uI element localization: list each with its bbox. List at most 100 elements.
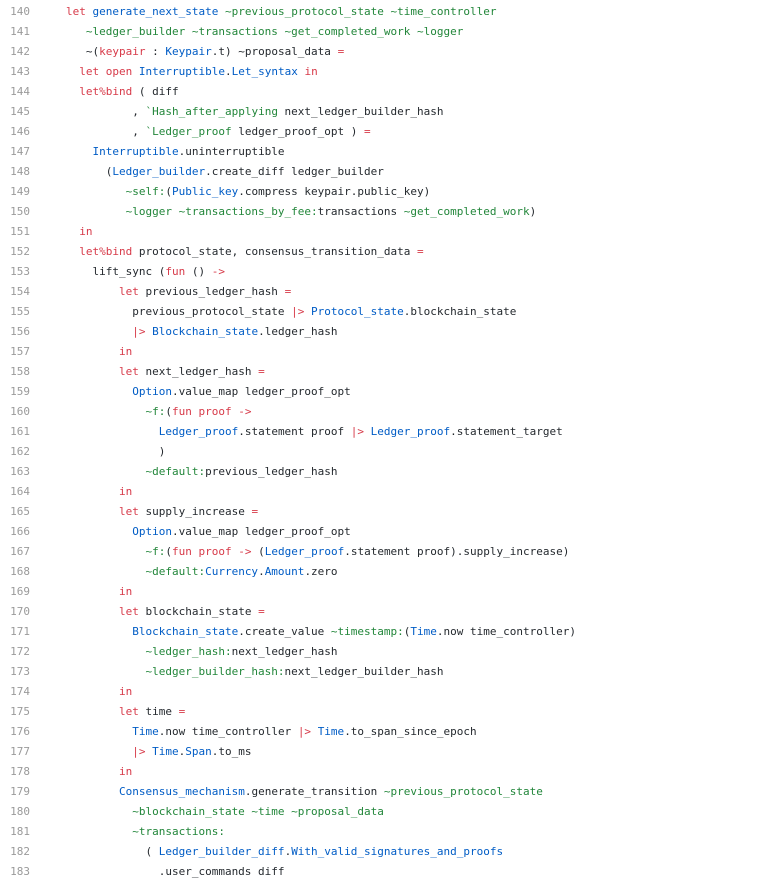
line-number[interactable]: 182	[0, 842, 30, 862]
line-number[interactable]: 175	[0, 702, 30, 722]
code-token: |>	[297, 725, 312, 738]
line-code: .user_commands diff	[66, 862, 285, 882]
code-token: Option	[132, 385, 172, 398]
code-line: 148 (Ledger_builder.create_diff ledger_b…	[0, 162, 768, 182]
line-number[interactable]: 147	[0, 142, 30, 162]
line-number[interactable]: 183	[0, 862, 30, 882]
code-token: .	[224, 65, 232, 78]
code-token: ~default:	[66, 565, 206, 578]
code-token: ->	[211, 265, 225, 278]
line-code: ~f:(fun proof -> (Ledger_proof.statement…	[66, 542, 569, 562]
line-number[interactable]: 163	[0, 462, 30, 482]
code-line: 164 in	[0, 482, 768, 502]
code-line: 151 in	[0, 222, 768, 242]
line-number[interactable]: 167	[0, 542, 30, 562]
line-number[interactable]: 178	[0, 762, 30, 782]
code-line: 166 Option.value_map ledger_proof_opt	[0, 522, 768, 542]
line-code: ~default:previous_ledger_hash	[66, 462, 337, 482]
line-number[interactable]: 180	[0, 802, 30, 822]
line-number[interactable]: 179	[0, 782, 30, 802]
line-number[interactable]: 170	[0, 602, 30, 622]
code-token: .user_commands diff	[66, 865, 285, 878]
line-code: Interruptible.uninterruptible	[66, 142, 285, 162]
line-code: ~ledger_builder_hash:next_ledger_builder…	[66, 662, 443, 682]
line-number[interactable]: 142	[0, 42, 30, 62]
line-number[interactable]: 150	[0, 202, 30, 222]
code-line: 157 in	[0, 342, 768, 362]
line-number[interactable]: 158	[0, 362, 30, 382]
line-number[interactable]: 140	[0, 2, 30, 22]
code-line: 144 let%bind ( diff	[0, 82, 768, 102]
line-code: )	[66, 442, 166, 462]
code-token: let	[118, 605, 139, 618]
code-token: .statement_target	[450, 425, 563, 438]
line-number[interactable]: 181	[0, 822, 30, 842]
code-token: Option	[132, 525, 172, 538]
code-line: 158 let next_ledger_hash =	[0, 362, 768, 382]
code-token: in	[118, 345, 133, 358]
code-line: 174 in	[0, 682, 768, 702]
line-number[interactable]: 177	[0, 742, 30, 762]
code-token: let%bind	[79, 245, 133, 258]
code-token: ~default:	[66, 465, 206, 478]
line-number[interactable]: 164	[0, 482, 30, 502]
line-number[interactable]: 152	[0, 242, 30, 262]
line-number[interactable]: 171	[0, 622, 30, 642]
line-number[interactable]: 144	[0, 82, 30, 102]
line-number[interactable]: 157	[0, 342, 30, 362]
code-token: Span	[185, 745, 212, 758]
line-number[interactable]: 154	[0, 282, 30, 302]
code-token: Public_key	[171, 185, 239, 198]
code-line: 152 let%bind protocol_state, consensus_t…	[0, 242, 768, 262]
line-number[interactable]: 151	[0, 222, 30, 242]
line-number[interactable]: 155	[0, 302, 30, 322]
code-token: let	[118, 285, 139, 298]
line-number[interactable]: 168	[0, 562, 30, 582]
code-line: 162 )	[0, 442, 768, 462]
code-token: (	[165, 405, 172, 418]
line-number[interactable]: 166	[0, 522, 30, 542]
code-line: 145 , `Hash_after_applying next_ledger_b…	[0, 102, 768, 122]
line-number[interactable]: 141	[0, 22, 30, 42]
line-number[interactable]: 143	[0, 62, 30, 82]
line-code: ~f:(fun proof ->	[66, 402, 251, 422]
code-line: 147 Interruptible.uninterruptible	[0, 142, 768, 162]
line-number[interactable]: 173	[0, 662, 30, 682]
line-number[interactable]: 169	[0, 582, 30, 602]
line-number[interactable]: 176	[0, 722, 30, 742]
code-token: Time	[152, 745, 179, 758]
line-code: Blockchain_state.create_value ~timestamp…	[66, 622, 576, 642]
line-number[interactable]: 160	[0, 402, 30, 422]
code-token: time	[138, 705, 179, 718]
line-number[interactable]: 159	[0, 382, 30, 402]
line-number[interactable]: 148	[0, 162, 30, 182]
code-token: (	[251, 545, 265, 558]
line-number[interactable]: 172	[0, 642, 30, 662]
code-token: ~ledger_builder_hash:	[66, 665, 285, 678]
line-number[interactable]: 165	[0, 502, 30, 522]
code-token: .uninterruptible	[178, 145, 285, 158]
line-number[interactable]: 162	[0, 442, 30, 462]
line-code: Ledger_proof.statement proof |> Ledger_p…	[66, 422, 563, 442]
code-line: 171 Blockchain_state.create_value ~times…	[0, 622, 768, 642]
line-number[interactable]: 161	[0, 422, 30, 442]
line-code: let supply_increase =	[66, 502, 258, 522]
code-line: 167 ~f:(fun proof -> (Ledger_proof.state…	[0, 542, 768, 562]
line-code: Option.value_map ledger_proof_opt	[66, 382, 351, 402]
line-number[interactable]: 174	[0, 682, 30, 702]
line-number[interactable]: 153	[0, 262, 30, 282]
code-token: in	[118, 585, 133, 598]
line-code: in	[66, 482, 132, 502]
code-token: .	[258, 565, 265, 578]
line-number[interactable]: 146	[0, 122, 30, 142]
line-number[interactable]: 145	[0, 102, 30, 122]
line-number[interactable]: 156	[0, 322, 30, 342]
code-line: 159 Option.value_map ledger_proof_opt	[0, 382, 768, 402]
line-number[interactable]: 149	[0, 182, 30, 202]
